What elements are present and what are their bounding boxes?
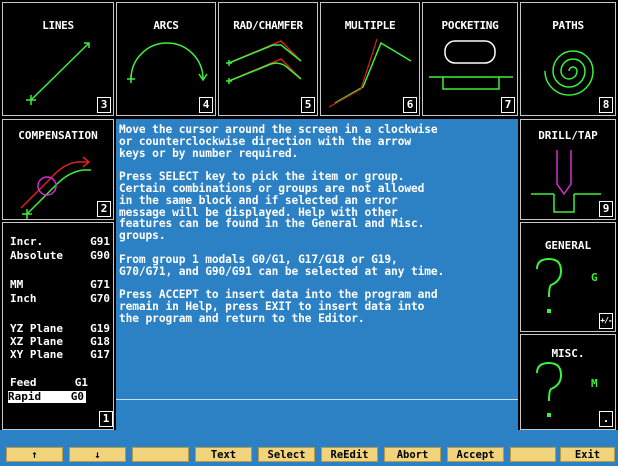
tile-paths[interactable]: PATHS 8 — [520, 2, 616, 116]
modal-absolute[interactable]: Absolute G90 — [10, 250, 110, 262]
modal-code: G0 — [70, 390, 84, 403]
tile-number: 3 — [97, 97, 111, 113]
exit-key[interactable]: Exit — [560, 447, 615, 462]
modal-label: Incr. — [10, 235, 44, 248]
tile-number: 2 — [97, 201, 111, 217]
abort-key[interactable]: Abort — [384, 447, 441, 462]
up-arrow-key[interactable]: ↑ — [6, 447, 63, 462]
modal-xz-plane[interactable]: XZ Plane G18 — [10, 336, 110, 348]
function-key-bar: ↑ ↓ Text Select ReEdit Abort Accept Exit — [0, 430, 618, 466]
modal-code: G1 — [74, 376, 88, 389]
modal-inch[interactable]: Inch G70 — [10, 293, 110, 305]
modal-code: G91 — [90, 235, 110, 248]
misc-letter: M — [591, 377, 598, 390]
modal-rapid[interactable]: Rapid G0 — [8, 391, 86, 403]
modal-panel: Incr. G91 Absolute G90 MM G71 Inch G70 YZ Pl… — [2, 222, 114, 430]
modal-label: Rapid — [8, 390, 42, 403]
tile-number: 6 — [403, 97, 417, 113]
modal-incr[interactable]: Incr. G91 — [10, 236, 110, 248]
accept-key[interactable]: Accept — [447, 447, 504, 462]
tile-lines[interactable]: LINES 3 — [2, 2, 114, 116]
help-text: Move the cursor around the screen in a c… — [119, 123, 445, 325]
tile-compensation[interactable]: COMPENSATION 2 — [2, 119, 114, 220]
modal-label: YZ Plane — [10, 322, 63, 335]
modal-code: G70 — [90, 292, 110, 305]
text-key[interactable]: Text — [195, 447, 252, 462]
modal-feed[interactable]: Feed G1 — [10, 377, 88, 389]
modal-label: Feed — [10, 376, 37, 389]
modal-label: XY Plane — [10, 348, 63, 361]
plus-minus-key: +/- — [599, 313, 613, 329]
blank-key[interactable] — [132, 447, 189, 462]
modal-code: G71 — [90, 278, 110, 291]
tile-pocketing[interactable]: POCKETING 7 — [422, 2, 518, 116]
down-arrow-key[interactable]: ↓ — [69, 447, 126, 462]
select-key[interactable]: Select — [258, 447, 315, 462]
dot-key: . — [599, 411, 613, 427]
tile-misc[interactable]: MISC. M . — [520, 334, 616, 430]
tile-number: 4 — [199, 97, 213, 113]
divider — [116, 399, 518, 400]
modal-code: G18 — [90, 335, 110, 348]
help-panel: Move the cursor around the screen in a c… — [116, 119, 518, 430]
reedit-key[interactable]: ReEdit — [321, 447, 378, 462]
general-letter: G — [591, 271, 598, 284]
modal-label: XZ Plane — [10, 335, 63, 348]
blank-key[interactable] — [510, 447, 556, 462]
modal-label: Absolute — [10, 249, 63, 262]
modal-label: MM — [10, 278, 24, 291]
modal-yz-plane[interactable]: YZ Plane G19 — [10, 323, 110, 335]
tile-general[interactable]: GENERAL G +/- — [520, 222, 616, 332]
modal-label: Inch — [10, 292, 37, 305]
tile-number: 5 — [301, 97, 315, 113]
modal-mm[interactable]: MM G71 — [10, 279, 110, 291]
tile-number: 8 — [599, 97, 613, 113]
tile-multiple[interactable]: MULTIPLE 6 — [320, 2, 420, 116]
tile-drill-tap[interactable]: DRILL/TAP 9 — [520, 119, 616, 220]
tile-number: 9 — [599, 201, 613, 217]
modal-code: G90 — [90, 249, 110, 262]
modal-code: G19 — [90, 322, 110, 335]
tile-number: 7 — [501, 97, 515, 113]
modal-xy-plane[interactable]: XY Plane G17 — [10, 349, 110, 361]
modal-code: G17 — [90, 348, 110, 361]
tile-arcs[interactable]: ARCS 4 — [116, 2, 216, 116]
tile-rad-chamfer[interactable]: RAD/CHAMFER 5 — [218, 2, 318, 116]
tile-number: 1 — [99, 411, 113, 427]
